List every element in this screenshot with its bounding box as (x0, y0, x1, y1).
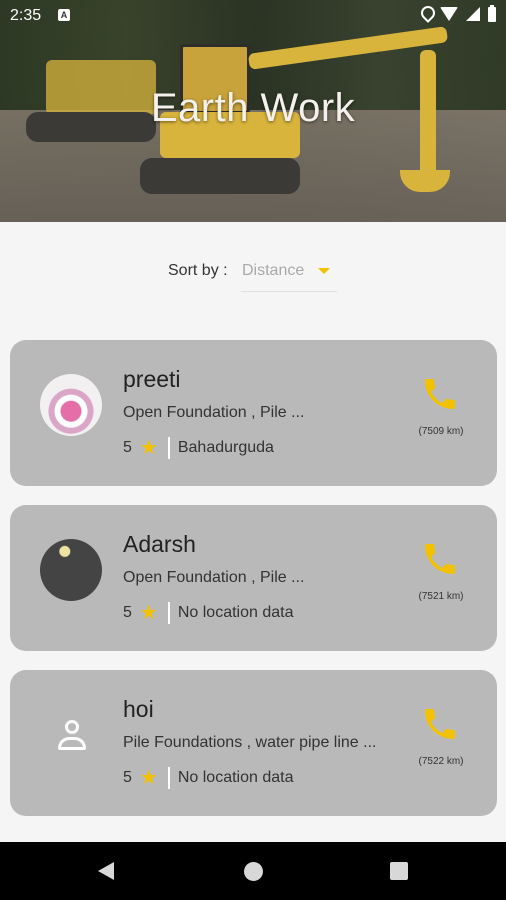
status-bar: 2:35 A (0, 0, 506, 30)
star-icon: ★ (139, 602, 158, 624)
contractor-location: Bahadurguda (177, 439, 274, 456)
contractor-services: Open Foundation , Pile ... (123, 404, 305, 421)
avatar (40, 374, 102, 436)
distance-label: (7521 km) (418, 591, 464, 602)
rating-value: 5 (123, 769, 132, 786)
star-icon: ★ (139, 767, 158, 789)
rating-row: 5 ★ No location data (123, 767, 293, 789)
contractor-card[interactable]: Adarsh Open Foundation , Pile ... 5 ★ No… (10, 505, 497, 651)
person-icon (56, 720, 88, 752)
contractor-services: Open Foundation , Pile ... (123, 569, 305, 586)
contractor-name: hoi (123, 696, 154, 722)
header-banner: 2:35 A Earth Work (0, 0, 506, 222)
wifi-icon (440, 7, 458, 21)
contractor-card[interactable]: preeti Open Foundation , Pile ... 5 ★ Ba… (10, 340, 497, 486)
contractor-location: No location data (177, 769, 294, 786)
caret-down-icon (318, 268, 330, 274)
signal-icon (466, 7, 480, 21)
contractor-card[interactable]: hoi Pile Foundations , water pipe line .… (10, 670, 497, 816)
contractor-name: preeti (123, 366, 181, 392)
system-nav-bar (0, 842, 506, 900)
phone-icon[interactable] (420, 539, 460, 579)
avatar (40, 539, 102, 601)
sort-dropdown[interactable]: Distance (241, 258, 337, 292)
sort-row: Sort by : Distance (0, 258, 506, 294)
home-icon[interactable] (244, 862, 263, 881)
rating-row: 5 ★ No location data (123, 602, 293, 624)
status-time: 2:35 (10, 7, 42, 24)
phone-icon[interactable] (420, 704, 460, 744)
distance-label: (7509 km) (418, 426, 464, 437)
contractor-location: No location data (177, 604, 294, 621)
battery-icon (488, 4, 496, 22)
star-icon: ★ (139, 437, 158, 459)
location-icon (420, 6, 432, 22)
contractor-name: Adarsh (123, 531, 196, 557)
divider (167, 602, 170, 624)
sort-selected-value: Distance (242, 262, 305, 279)
divider (167, 767, 170, 789)
divider (167, 437, 170, 459)
contractor-services: Pile Foundations , water pipe line ... (123, 734, 377, 751)
sort-label: Sort by : (168, 262, 228, 279)
page-title: Earth Work (150, 86, 356, 130)
back-icon[interactable] (98, 862, 114, 880)
phone-icon[interactable] (420, 374, 460, 414)
rating-value: 5 (123, 439, 132, 456)
recents-icon[interactable] (390, 862, 408, 880)
rating-value: 5 (123, 604, 132, 621)
app-notification-icon: A (58, 9, 70, 21)
rating-row: 5 ★ Bahadurguda (123, 437, 274, 459)
distance-label: (7522 km) (418, 756, 464, 767)
